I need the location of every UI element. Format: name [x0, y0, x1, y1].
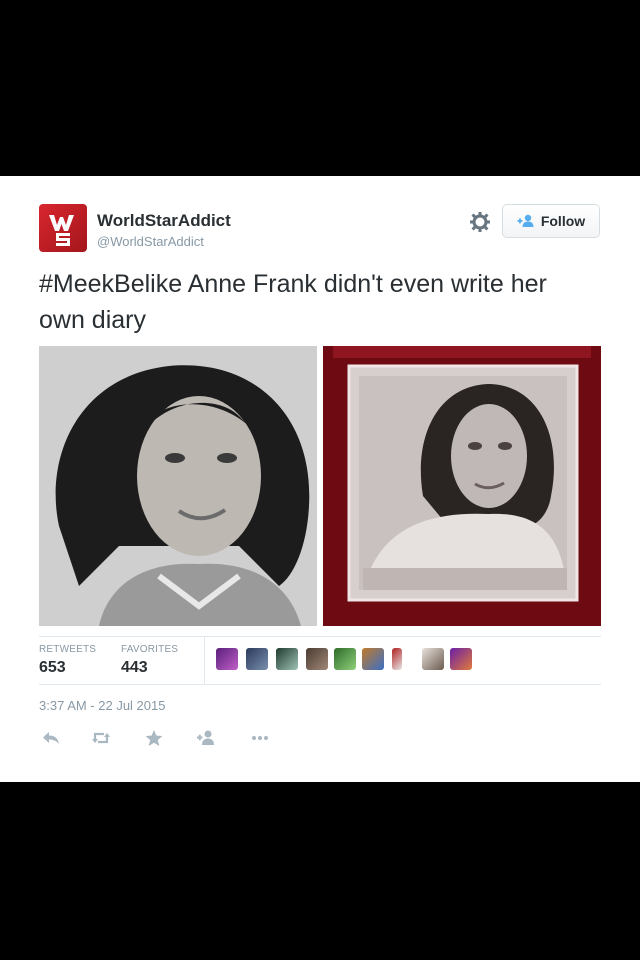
retweets-label: RETWEETS — [39, 644, 97, 655]
avatar[interactable] — [39, 204, 87, 252]
tweet-card: WorldStarAddict @WorldStarAddict Follow … — [0, 176, 640, 782]
media-grid — [39, 346, 601, 626]
media-photo-left[interactable] — [39, 346, 317, 626]
avatar[interactable] — [334, 648, 356, 670]
media-photo-right[interactable] — [323, 346, 601, 626]
tweet-text: #MeekBelike Anne Frank didn't even write… — [39, 270, 547, 334]
follow-label: Follow — [540, 213, 586, 229]
avatar[interactable] — [216, 648, 238, 670]
divider — [39, 684, 601, 685]
favorites-count[interactable]: 443 — [121, 659, 148, 677]
author-name[interactable]: WorldStarAddict — [97, 211, 231, 231]
worldstar-logo-icon — [49, 215, 74, 246]
favorites-label: FAVORITES — [121, 644, 179, 655]
avatar[interactable] — [422, 648, 444, 670]
reply-icon[interactable] — [39, 726, 63, 750]
star-icon[interactable] — [142, 726, 166, 750]
timestamp[interactable]: 3:37 AM - 22 Jul 2015 — [39, 698, 165, 713]
avatar[interactable] — [306, 648, 328, 670]
add-user-icon[interactable] — [194, 726, 218, 750]
follow-button[interactable]: Follow — [502, 204, 600, 238]
stats-separator — [204, 636, 205, 684]
avatar[interactable] — [450, 648, 472, 670]
avatar[interactable] — [276, 648, 298, 670]
divider — [39, 636, 601, 637]
add-user-icon — [517, 214, 534, 227]
avatar[interactable] — [362, 648, 384, 670]
avatar[interactable] — [392, 648, 402, 670]
more-icon[interactable] — [248, 726, 272, 750]
retweets-count[interactable]: 653 — [39, 659, 66, 677]
author-handle[interactable]: @WorldStarAddict — [97, 234, 204, 249]
retweet-icon[interactable] — [89, 726, 113, 750]
avatar[interactable] — [246, 648, 268, 670]
gear-icon[interactable] — [468, 210, 492, 234]
